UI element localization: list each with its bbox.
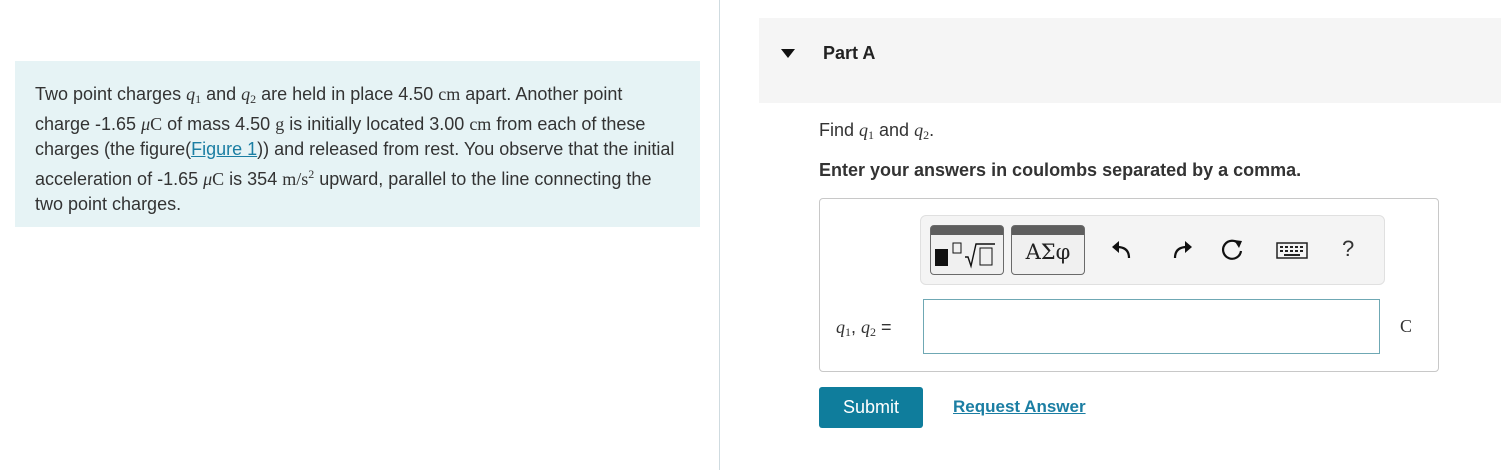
templates-button[interactable] [930, 225, 1004, 275]
problem-text: Two point charges [35, 84, 187, 104]
problem-text: are held in place 4.50 [256, 84, 439, 104]
undo-icon[interactable] [1109, 237, 1135, 263]
unit-cm: cm [469, 114, 492, 134]
column-divider [719, 0, 720, 470]
answer-box: ΑΣφ ? q1, q2 = C [819, 198, 1439, 372]
var-q2: q2 [914, 120, 930, 142]
problem-text: of mass 4.50 [162, 114, 276, 134]
unit-micro: μ [141, 114, 151, 134]
greek-letters-icon: ΑΣφ [1025, 240, 1071, 264]
unit-cm: cm [438, 84, 461, 104]
problem-text: and [201, 84, 242, 104]
math-toolbar: ΑΣφ ? [920, 215, 1385, 285]
unit-coulomb: C [212, 169, 225, 189]
part-title: Part A [823, 43, 876, 63]
find-prompt: Find q1 and q2. [819, 120, 935, 142]
var-q1: q1 [859, 120, 875, 142]
problem-statement: Two point charges q1 and q2 are held in … [15, 61, 700, 227]
problem-text: is 354 [224, 169, 283, 189]
figure-link[interactable]: Figure 1 [191, 139, 257, 159]
greek-letters-button[interactable]: ΑΣφ [1011, 225, 1085, 275]
reset-icon[interactable] [1220, 237, 1246, 263]
request-answer-link[interactable]: Request Answer [953, 397, 1086, 417]
submit-button[interactable]: Submit [819, 387, 923, 428]
answer-instruction: Enter your answers in coulombs separated… [819, 160, 1302, 180]
var-q2: q2 [241, 84, 257, 106]
unit-acceleration: m/s2 [282, 167, 315, 189]
help-icon[interactable]: ? [1342, 236, 1354, 262]
collapse-caret-icon[interactable] [781, 49, 795, 58]
problem-text: is initially located 3.00 [284, 114, 470, 134]
answer-unit: C [1400, 316, 1413, 336]
answer-label: q1, q2 = [836, 317, 892, 339]
unit-micro: μ [203, 169, 213, 189]
var-q1: q1 [186, 84, 202, 106]
unit-gram: g [275, 114, 285, 134]
part-header[interactable]: Part A [759, 18, 1501, 103]
answer-input[interactable] [923, 299, 1380, 354]
redo-icon[interactable] [1169, 237, 1195, 263]
keyboard-icon[interactable] [1276, 237, 1308, 263]
templates-icon [935, 242, 995, 269]
unit-coulomb: C [150, 114, 163, 134]
